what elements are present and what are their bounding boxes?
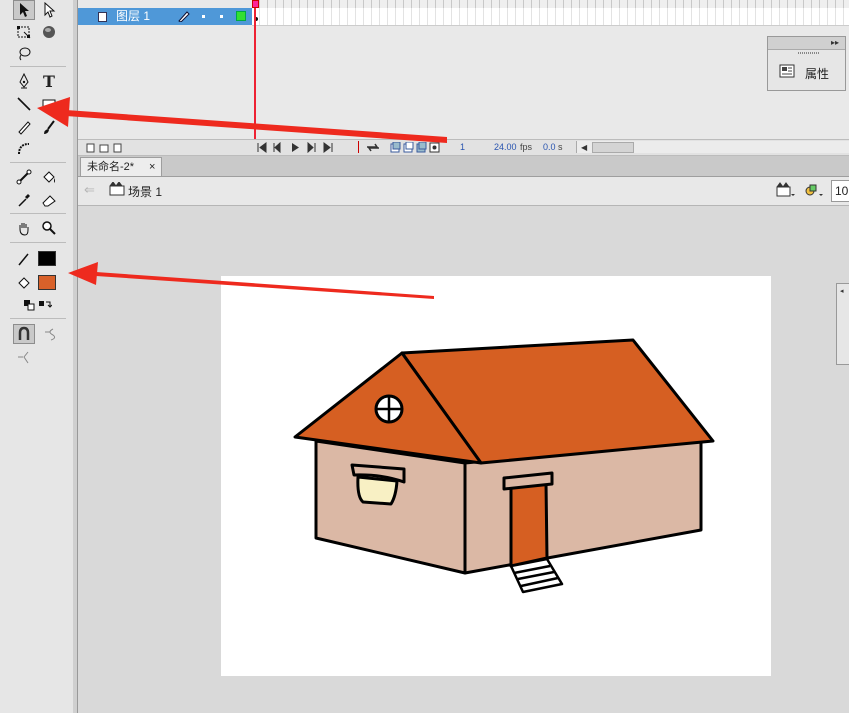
document-tab[interactable]: 未命名-2* × bbox=[80, 157, 162, 176]
scene-label[interactable]: 场景 1 bbox=[128, 183, 162, 200]
layer-name[interactable]: 图层 1 bbox=[116, 9, 150, 24]
edit-scene-icon[interactable] bbox=[776, 182, 796, 198]
selection-tool-icon[interactable] bbox=[13, 0, 35, 20]
elapsed-time[interactable]: 0.0 bbox=[543, 142, 556, 152]
playback-controls-icon[interactable] bbox=[256, 142, 348, 153]
paint-bucket-tool-icon[interactable] bbox=[38, 167, 60, 187]
edit-bar: ⇐ 场景 1 10 bbox=[78, 177, 849, 206]
text-tool-icon[interactable]: T bbox=[38, 71, 60, 91]
panel-grip[interactable] bbox=[798, 52, 820, 54]
eyedropper-tool-icon[interactable] bbox=[13, 190, 35, 210]
layer-buttons-icon[interactable] bbox=[86, 143, 126, 153]
properties-icon bbox=[779, 64, 795, 78]
onion-skin-icons[interactable] bbox=[390, 142, 442, 153]
house-left-wall bbox=[314, 439, 467, 575]
smooth-icon[interactable] bbox=[38, 324, 60, 344]
panel-expand-icon[interactable]: ▸▸ bbox=[768, 37, 845, 50]
document-tab-bar bbox=[78, 156, 849, 177]
playhead-handle[interactable] bbox=[252, 0, 259, 8]
3d-rotation-tool-icon[interactable] bbox=[38, 22, 60, 42]
free-transform-tool-icon[interactable] bbox=[13, 22, 35, 42]
straighten-icon[interactable] bbox=[13, 347, 35, 367]
tools-panel: T bbox=[0, 0, 74, 713]
stroke-color-icon bbox=[13, 249, 35, 269]
subselection-tool-icon[interactable] bbox=[38, 0, 60, 20]
snap-to-objects-icon[interactable] bbox=[13, 324, 35, 344]
scene-icon bbox=[109, 182, 125, 196]
rectangle-tool-icon[interactable] bbox=[38, 94, 60, 114]
eraser-tool-icon[interactable] bbox=[38, 190, 60, 210]
hand-tool-icon[interactable] bbox=[13, 218, 35, 238]
current-frame[interactable]: 1 bbox=[460, 142, 465, 152]
layer-row[interactable]: 图层 1 bbox=[78, 8, 252, 25]
fill-color-icon bbox=[13, 273, 35, 293]
elapsed-unit: s bbox=[558, 142, 563, 152]
playhead[interactable] bbox=[254, 0, 256, 140]
round-window bbox=[374, 394, 404, 424]
edit-symbols-icon[interactable] bbox=[804, 182, 824, 198]
properties-panel-collapsed[interactable]: ▸▸ 属性 bbox=[767, 36, 846, 91]
fps-value[interactable]: 24.00 bbox=[494, 142, 517, 152]
outline-color-icon[interactable] bbox=[236, 11, 246, 21]
center-frame-icon[interactable] bbox=[358, 141, 359, 153]
pen-tool-icon[interactable] bbox=[13, 71, 35, 91]
panel-expand-left-icon[interactable]: ◂ bbox=[840, 287, 844, 295]
loop-icon[interactable] bbox=[365, 142, 381, 153]
properties-label[interactable]: 属性 bbox=[805, 65, 829, 82]
layer-icon bbox=[98, 12, 107, 22]
scroll-thumb[interactable] bbox=[592, 142, 634, 153]
stroke-color-swatch[interactable] bbox=[38, 251, 56, 266]
frame-ruler[interactable] bbox=[252, 0, 849, 8]
right-panel-handle[interactable]: ◂ bbox=[836, 283, 849, 365]
line-tool-icon[interactable] bbox=[13, 94, 35, 114]
door bbox=[502, 471, 554, 568]
edit-pencil-icon bbox=[178, 11, 190, 22]
zoom-input[interactable]: 10 bbox=[831, 180, 849, 202]
timeline-status-bar: 1 24.00 fps 0.0 s ◀ bbox=[78, 139, 849, 156]
pencil-tool-icon[interactable] bbox=[13, 117, 35, 137]
close-tab-icon[interactable]: × bbox=[149, 158, 155, 176]
deco-tool-icon[interactable] bbox=[13, 139, 35, 159]
bone-tool-icon[interactable] bbox=[13, 167, 35, 187]
lock-dot-icon[interactable] bbox=[220, 15, 223, 18]
visibility-dot-icon[interactable] bbox=[202, 15, 205, 18]
door-steps bbox=[509, 557, 564, 594]
fps-unit: fps bbox=[520, 142, 533, 152]
swap-colors-icon[interactable] bbox=[34, 295, 56, 315]
fill-color-swatch[interactable] bbox=[38, 275, 56, 290]
brush-tool-icon[interactable] bbox=[38, 117, 60, 137]
scroll-left-icon[interactable]: ◀ bbox=[581, 143, 587, 152]
zoom-tool-icon[interactable] bbox=[38, 218, 60, 238]
lasso-tool-icon[interactable] bbox=[13, 44, 35, 64]
stage[interactable] bbox=[221, 276, 771, 676]
back-arrow-icon[interactable]: ⇐ bbox=[84, 182, 95, 198]
frames-strip[interactable] bbox=[252, 8, 849, 26]
document-tab-label[interactable]: 未命名-2* bbox=[87, 161, 134, 173]
timeline-hscrollbar[interactable]: ◀ bbox=[576, 141, 849, 153]
house-drawing[interactable] bbox=[221, 276, 771, 676]
